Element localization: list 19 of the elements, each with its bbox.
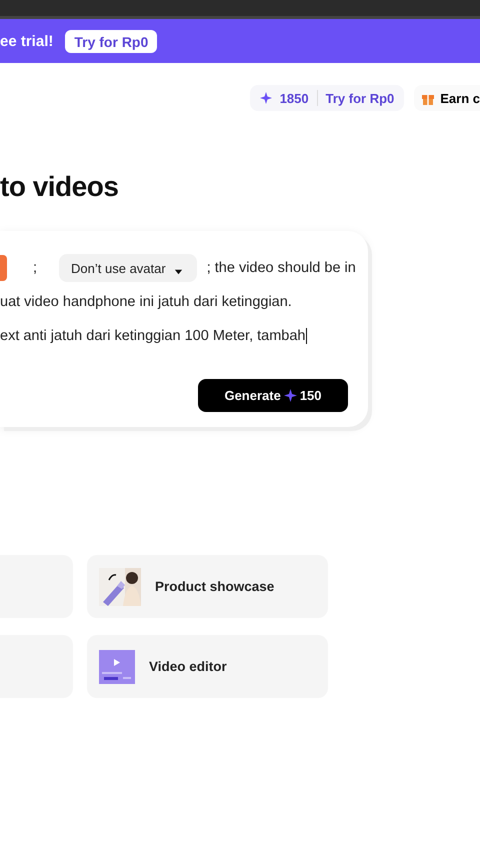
video-editor-icon [99, 650, 135, 684]
try-button[interactable]: Try for Rp0 [65, 30, 158, 52]
generate-button[interactable]: Generate 150 [198, 379, 348, 412]
credits-pill[interactable]: 1850 Try for Rp0 [250, 85, 404, 111]
tool-card[interactable]: Video editor [87, 635, 328, 698]
banner-text: ee trial! [0, 32, 54, 50]
avatar-dropdown[interactable]: Don’t use avatar [59, 254, 197, 282]
page-title: to videos [0, 171, 120, 203]
tool-card[interactable]: Product showcase [87, 555, 328, 618]
prompt-text[interactable]: ext anti jatuh dari ketinggian 100 Meter, tambah [0, 328, 306, 344]
prompt-text: ; the video should be in [206, 260, 356, 276]
credits-count: 1850 [280, 90, 309, 106]
sparkle-icon [260, 92, 272, 104]
prompt-text: uat video handphone ini jatuh dari ketinggian. [0, 294, 292, 310]
trial-link[interactable]: Try for Rp0 [326, 90, 394, 106]
thumbnail [0, 255, 7, 281]
prompt-text: ; [33, 260, 38, 276]
sparkle-icon [284, 389, 297, 402]
earn-button[interactable]: Earn c [414, 85, 480, 111]
